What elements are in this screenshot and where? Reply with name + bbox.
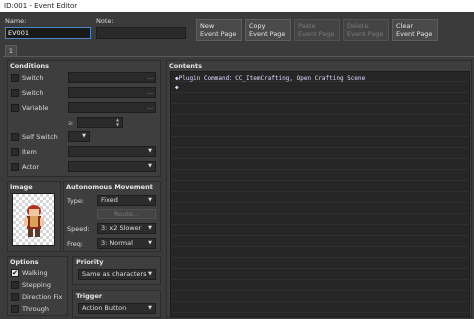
conditions-title: Conditions: [10, 62, 50, 70]
value-spinner-icon[interactable]: ▲ ▼: [116, 117, 119, 127]
chevron-down-icon: ▼: [148, 197, 152, 203]
item-checkbox[interactable]: [11, 148, 19, 156]
chevron-down-icon: ▼: [148, 305, 152, 311]
walking-checkbox[interactable]: ✔: [11, 269, 19, 277]
trigger-title: Trigger: [76, 292, 103, 300]
chevron-down-icon: ▼: [82, 133, 86, 139]
delete-event-page-button[interactable]: Delete Event Page: [343, 19, 389, 41]
freq-value: 3: Normal: [101, 239, 133, 247]
note-field[interactable]: [96, 27, 186, 39]
chevron-down-icon: ▼: [148, 225, 152, 231]
direction-fix-checkbox[interactable]: [11, 293, 19, 301]
priority-title: Priority: [76, 258, 104, 266]
command-line-plugin[interactable]: ◆Plugin Command：CC_ItemCrafting, Open Cr…: [175, 73, 365, 82]
self-switch-select[interactable]: ▼: [68, 131, 90, 142]
chevron-down-icon: ▼: [148, 163, 152, 169]
tab-page-1[interactable]: 1: [5, 45, 17, 56]
stepping-label: Stepping: [22, 281, 51, 289]
command-line-empty[interactable]: ◆: [175, 84, 179, 91]
greater-equal-symbol: ≥: [68, 119, 74, 127]
priority-value: Same as characters: [82, 270, 147, 278]
autonomous-movement-title: Autonomous Movement: [66, 183, 153, 191]
direction-fix-label: Direction Fix: [22, 293, 63, 301]
contents-title: Contents: [169, 62, 202, 70]
chevron-down-icon: ▼: [148, 240, 152, 246]
stepping-checkbox[interactable]: [11, 281, 19, 289]
variable-select[interactable]: ...: [68, 102, 156, 113]
image-title: Image: [10, 183, 33, 191]
clear-event-page-button[interactable]: Clear Event Page: [392, 19, 438, 41]
switch1-checkbox[interactable]: [11, 74, 19, 82]
item-label: Item: [22, 148, 37, 156]
actor-select[interactable]: ▼: [68, 161, 156, 172]
speed-select[interactable]: 3: x2 Slower ▼: [97, 223, 156, 234]
switch1-label: Switch: [22, 74, 44, 82]
actor-checkbox[interactable]: [11, 163, 19, 171]
self-switch-label: Self Switch: [22, 133, 58, 141]
actor-label: Actor: [22, 163, 40, 171]
character-image[interactable]: [12, 193, 55, 246]
type-value: Fixed: [101, 196, 118, 204]
window-title: ID:001 - Event Editor: [0, 0, 474, 12]
speed-value: 3: x2 Slower: [101, 224, 142, 232]
chevron-down-icon: ▼: [148, 271, 152, 277]
through-label: Through: [22, 305, 49, 313]
new-event-page-button[interactable]: New Event Page: [196, 19, 242, 41]
freq-select[interactable]: 3: Normal ▼: [97, 238, 156, 249]
copy-event-page-button[interactable]: Copy Event Page: [245, 19, 291, 41]
character-sprite-icon: [24, 205, 44, 237]
type-select[interactable]: Fixed ▼: [97, 195, 156, 206]
self-switch-checkbox[interactable]: [11, 133, 19, 141]
switch2-select[interactable]: ...: [68, 87, 156, 98]
item-select[interactable]: ▼: [68, 146, 156, 157]
speed-label: Speed:: [67, 225, 90, 233]
freq-label: Freq:: [67, 240, 84, 248]
switch2-label: Switch: [22, 89, 44, 97]
variable-label: Variable: [22, 104, 49, 112]
route-button[interactable]: Route...: [97, 209, 156, 219]
paste-event-page-button[interactable]: Paste Event Page: [294, 19, 340, 41]
trigger-value: Action Button: [82, 304, 127, 312]
type-label: Type:: [67, 197, 85, 205]
chevron-down-icon: ▼: [148, 148, 152, 154]
priority-select[interactable]: Same as characters ▼: [78, 269, 156, 280]
switch2-checkbox[interactable]: [11, 89, 19, 97]
switch1-select[interactable]: ...: [68, 72, 156, 83]
name-label: Name:: [5, 17, 27, 25]
variable-checkbox[interactable]: [11, 104, 19, 112]
through-checkbox[interactable]: [11, 305, 19, 313]
walking-label: Walking: [22, 269, 48, 277]
name-field[interactable]: EV001: [5, 27, 91, 39]
note-label: Note:: [96, 17, 114, 25]
options-title: Options: [10, 258, 39, 266]
event-command-list[interactable]: [170, 71, 470, 317]
trigger-select[interactable]: Action Button ▼: [78, 303, 156, 314]
